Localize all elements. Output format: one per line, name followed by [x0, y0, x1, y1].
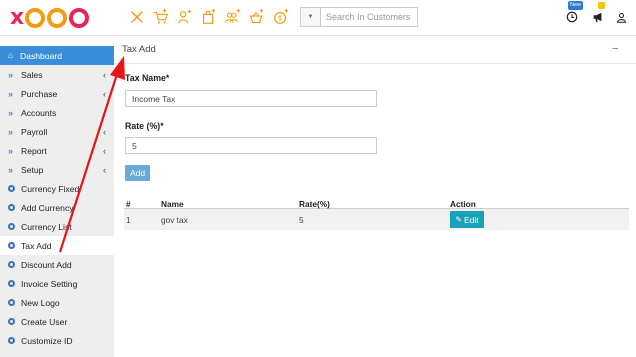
edit-icon: ✎ [455, 215, 463, 224]
sidebar-item-accounts[interactable]: » Accounts ‹ [0, 103, 114, 122]
column-header-name: Name [161, 199, 184, 209]
notification-badge [598, 2, 605, 9]
bag-plus-icon[interactable] [199, 7, 219, 27]
sidebar-item-label: New Logo [21, 297, 60, 308]
search-input[interactable] [320, 7, 418, 27]
sidebar-item-dashboard[interactable]: ⌂ Dashboard [0, 46, 114, 65]
column-header-num: # [126, 199, 131, 209]
double-chevron-icon: » [8, 69, 14, 80]
logo-ring-3 [69, 8, 90, 28]
sidebar-item-report[interactable]: » Report ‹ [0, 141, 114, 160]
sidebar-item-label: Tax Add [21, 240, 52, 251]
dollar-plus-icon[interactable]: $ [271, 7, 291, 27]
double-chevron-icon: » [8, 107, 14, 118]
search-dropdown-icon[interactable]: ▼ [300, 7, 320, 27]
clock-icon[interactable] [565, 9, 579, 25]
logo-ring-1 [25, 8, 46, 28]
circle-icon [8, 185, 21, 192]
row-num: 1 [126, 215, 131, 225]
circle-icon [8, 299, 21, 306]
content-header: Tax Add – [114, 36, 636, 64]
brand-logo[interactable]: x [10, 5, 94, 31]
sidebar-subitem-customize-id[interactable]: Customize ID [0, 331, 114, 350]
sidebar-item-label: Add Currency [21, 202, 74, 213]
table-header-row: # Name Rate(%) Action [124, 198, 629, 209]
close-icon[interactable] [127, 7, 147, 27]
circle-icon [8, 337, 21, 344]
top-bar: x $ ▼ New [0, 0, 636, 36]
row-name: gov tax [161, 215, 188, 225]
user-icon[interactable] [614, 9, 628, 25]
circle-icon [8, 223, 21, 230]
sidebar-item-label: Purchase [21, 88, 58, 99]
column-header-rate: Rate(%) [299, 199, 330, 209]
sidebar-item-label: Currency Fixed [21, 183, 80, 194]
sidebar-subitem-invoice-setting[interactable]: Invoice Setting [0, 274, 114, 293]
basket-plus-icon[interactable] [247, 7, 267, 27]
row-rate: 5 [299, 215, 304, 225]
rate-field[interactable] [125, 137, 377, 154]
sidebar-item-label: Dashboard [20, 50, 63, 61]
sidebar-item-label: Payroll [21, 126, 48, 137]
cart-plus-icon[interactable] [151, 7, 171, 27]
double-chevron-icon: » [8, 145, 14, 156]
circle-icon [8, 204, 21, 211]
chevron-down-icon: ‹ [103, 164, 106, 175]
sidebar-item-label: Accounts [21, 107, 57, 118]
circle-icon [8, 261, 21, 268]
table-row: 1 gov tax 5 ✎ Edit [124, 209, 629, 230]
tax-table: # Name Rate(%) Action 1 gov tax 5 ✎ Edit [124, 198, 629, 230]
sidebar-item-purchase[interactable]: » Purchase ‹ [0, 84, 114, 103]
sidebar-item-payroll[interactable]: » Payroll ‹ [0, 122, 114, 141]
sidebar-item-label: Currency List [21, 221, 72, 232]
logo-ring-2 [47, 8, 68, 28]
sidebar-item-setup[interactable]: » Setup ‹ [0, 160, 114, 179]
svg-text:$: $ [278, 14, 283, 23]
users-plus-icon[interactable] [223, 7, 243, 27]
logo-letter-x: x [10, 5, 24, 30]
tax-name-label: Tax Name* [125, 73, 170, 83]
chevron-left-icon: ‹ [103, 126, 106, 137]
double-chevron-icon: » [8, 88, 14, 99]
circle-icon [8, 242, 21, 249]
tax-name-field[interactable] [125, 90, 377, 107]
sidebar: ⌂ Dashboard » Sales ‹ » Purchase ‹ » Acc… [0, 46, 114, 357]
chevron-left-icon: ‹ [103, 88, 106, 99]
edit-button-label: Edit [464, 214, 479, 225]
home-icon: ⌂ [8, 51, 13, 60]
rate-label: Rate (%)* [125, 121, 164, 131]
sidebar-subitem-new-logo[interactable]: New Logo [0, 293, 114, 312]
sidebar-subitem-currency-list[interactable]: Currency List [0, 217, 114, 236]
chevron-left-icon: ‹ [103, 107, 106, 118]
sidebar-subitem-discount-add[interactable]: Discount Add [0, 255, 114, 274]
double-chevron-icon: » [8, 164, 14, 175]
sidebar-item-sales[interactable]: » Sales ‹ [0, 65, 114, 84]
sidebar-item-label: Discount Add [21, 259, 72, 270]
sidebar-item-label: Create User [21, 316, 68, 327]
sidebar-item-label: Invoice Setting [21, 278, 78, 289]
add-button[interactable]: Add [125, 165, 150, 181]
user-plus-icon[interactable] [175, 7, 195, 27]
sidebar-subitem-create-user[interactable]: Create User [0, 312, 114, 331]
edit-button[interactable]: ✎ Edit [450, 211, 484, 228]
page-title: Tax Add [122, 44, 156, 55]
minimize-button[interactable]: – [612, 43, 618, 54]
sidebar-item-label: Sales [21, 69, 43, 80]
column-header-action: Action [450, 199, 476, 209]
sidebar-item-label: Setup [21, 164, 44, 175]
sidebar-subitem-currency-fixed[interactable]: Currency Fixed [0, 179, 114, 198]
double-chevron-icon: » [8, 126, 14, 137]
sidebar-item-label: Customize ID [21, 335, 73, 346]
search-bar: ▼ [300, 7, 418, 27]
circle-icon [8, 280, 21, 287]
sidebar-item-label: Report [21, 145, 47, 156]
sidebar-subitem-tax-add[interactable]: Tax Add [0, 236, 114, 255]
chevron-left-icon: ‹ [103, 69, 106, 80]
sidebar-subitem-add-currency[interactable]: Add Currency [0, 198, 114, 217]
circle-icon [8, 318, 21, 325]
chevron-left-icon: ‹ [103, 145, 106, 156]
megaphone-icon[interactable] [591, 9, 605, 25]
